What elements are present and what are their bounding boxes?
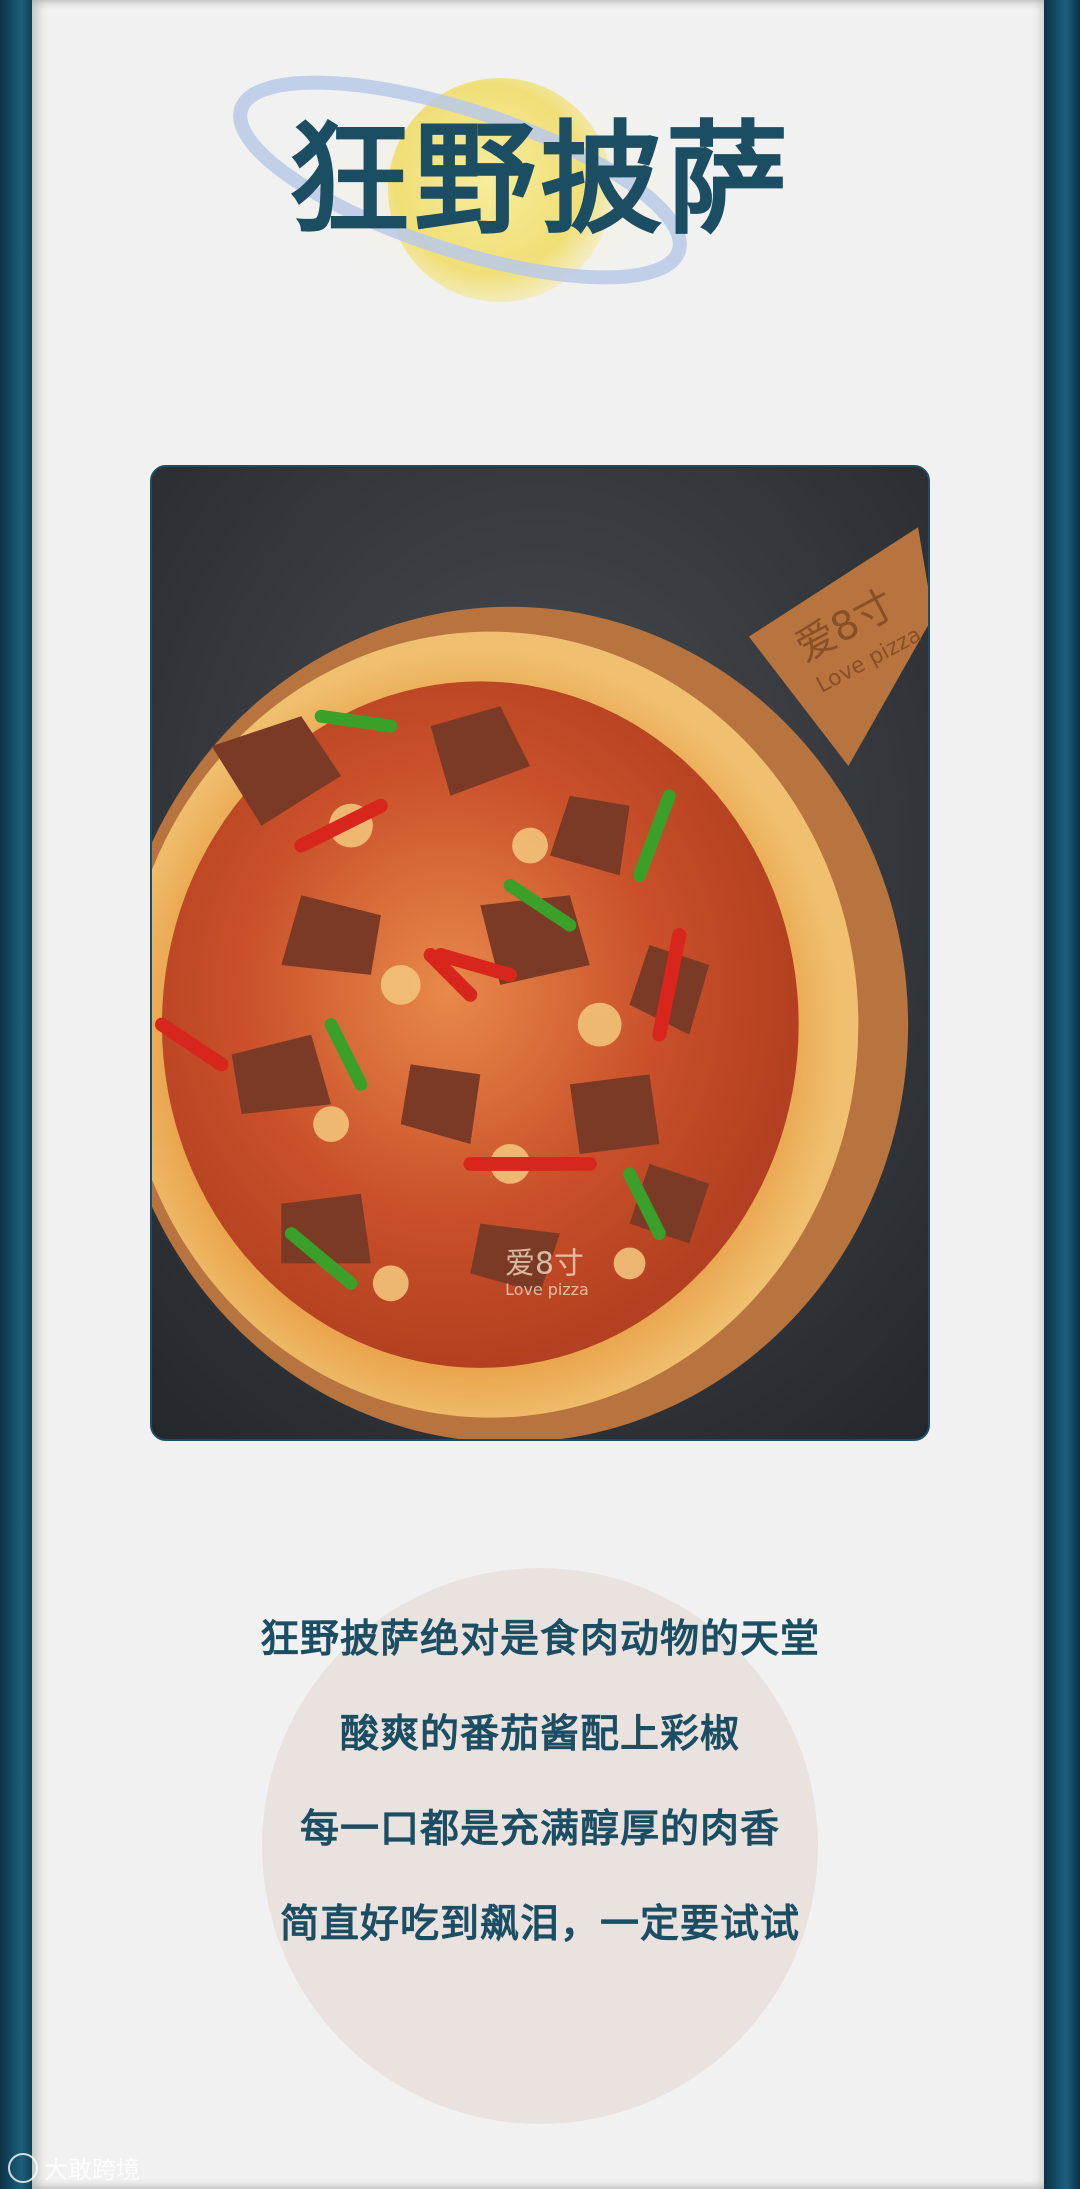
page-title: 狂野披萨 — [288, 107, 792, 251]
pizza-mark-en: Love pizza — [505, 1280, 589, 1299]
watermark: 大敢跨境 — [8, 2150, 140, 2185]
description: 狂野披萨绝对是食肉动物的天堂 酸爽的番茄酱配上彩椒 每一口都是充满醇厚的肉香 简… — [0, 1610, 1080, 1990]
description-line: 狂野披萨绝对是食肉动物的天堂 — [259, 1617, 820, 1662]
watermark-logo-icon — [8, 2152, 38, 2183]
watermark-text: 大敢跨境 — [44, 2156, 140, 2184]
pizza-mark-cn: 爱8寸 — [505, 1246, 584, 1281]
page: 狂野披萨 爱8寸 Love pizza 爱8寸 Love pizza 狂野披萨绝… — [0, 0, 1080, 2189]
description-line: 每一口都是充满醇厚的肉香 — [299, 1807, 780, 1852]
description-line: 简直好吃到飙泪，一定要试试 — [279, 1902, 800, 1947]
pizza-photo: 爱8寸 Love pizza 爱8寸 Love pizza — [150, 465, 930, 1441]
description-line: 酸爽的番茄酱配上彩椒 — [339, 1712, 740, 1757]
